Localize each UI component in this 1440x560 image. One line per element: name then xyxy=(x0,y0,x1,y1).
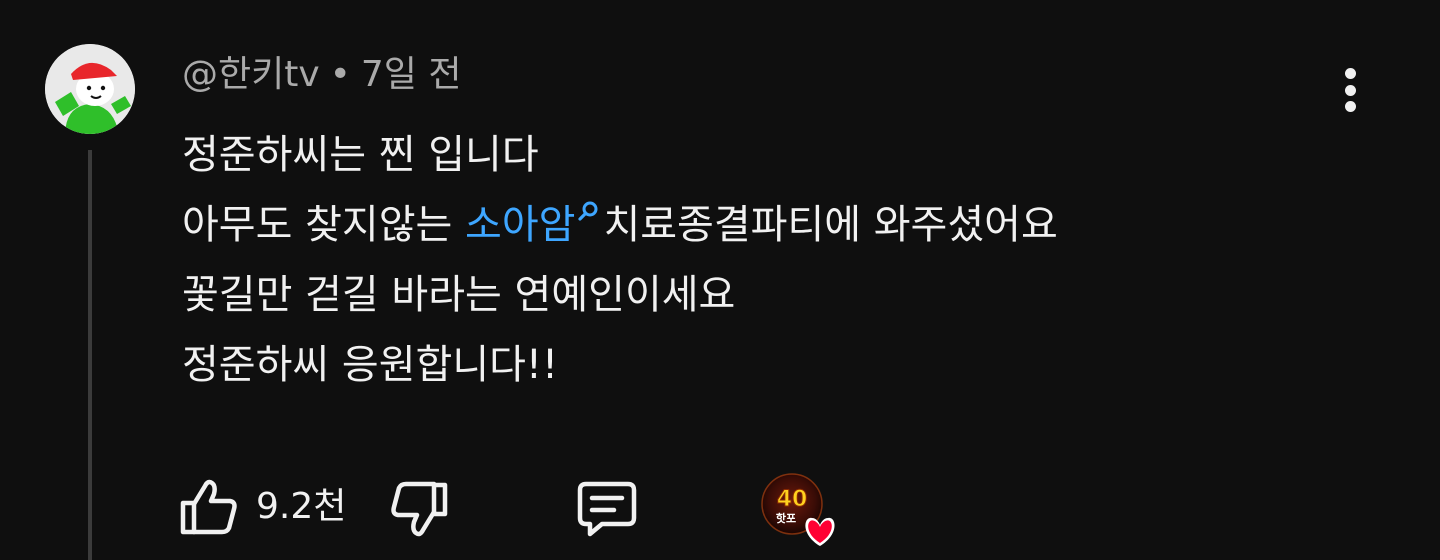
more-actions-button[interactable] xyxy=(1330,64,1370,116)
thread-line xyxy=(88,150,92,560)
comment-line: 정준하씨는 찐 입니다 xyxy=(182,132,539,178)
comment-line-text: 치료종결파티에 와주셨어요 xyxy=(603,202,1058,248)
meta-separator: • xyxy=(329,54,351,95)
comment-line: 꽃길만 걷길 바라는 연예인이세요 xyxy=(182,272,736,318)
comment-text: 정준하씨는 찐 입니다 아무도 찾지않는 소아암 치료종결파티에 와주셨어요 꽃길… xyxy=(182,120,1058,400)
like-count: 9.2천 xyxy=(256,486,347,527)
channel-badge-number: 40 xyxy=(777,487,808,512)
creator-heart-badge[interactable]: 40 핫포 xyxy=(760,472,840,548)
comment-card: @한키tv • 7일 전 정준하씨는 찐 입니다 아무도 찾지않는 소아암 치료종결파… xyxy=(0,0,1440,560)
comment-meta: @한키tv • 7일 전 xyxy=(182,52,462,98)
thumbs-up-icon[interactable] xyxy=(178,476,240,538)
comment-line-text: 아무도 찾지않는 xyxy=(182,202,466,248)
comment-time[interactable]: 7일 전 xyxy=(361,54,462,95)
search-icon xyxy=(578,201,598,221)
search-link[interactable]: 소아암 xyxy=(465,201,603,248)
thumbs-down-icon[interactable] xyxy=(388,478,450,540)
comment-icon[interactable] xyxy=(576,478,638,540)
channel-badge-subtext: 핫포 xyxy=(776,511,796,525)
comment-line: 정준하씨 응원합니다!! xyxy=(182,342,558,388)
avatar-image xyxy=(45,44,135,134)
more-vertical-icon xyxy=(1344,68,1356,79)
author-handle[interactable]: @한키tv xyxy=(182,54,320,95)
heart-icon xyxy=(808,520,832,543)
search-link-text[interactable]: 소아암 xyxy=(465,202,575,248)
avatar[interactable] xyxy=(45,44,135,134)
comment-line: 아무도 찾지않는 소아암 치료종결파티에 와주셨어요 xyxy=(182,190,1058,260)
